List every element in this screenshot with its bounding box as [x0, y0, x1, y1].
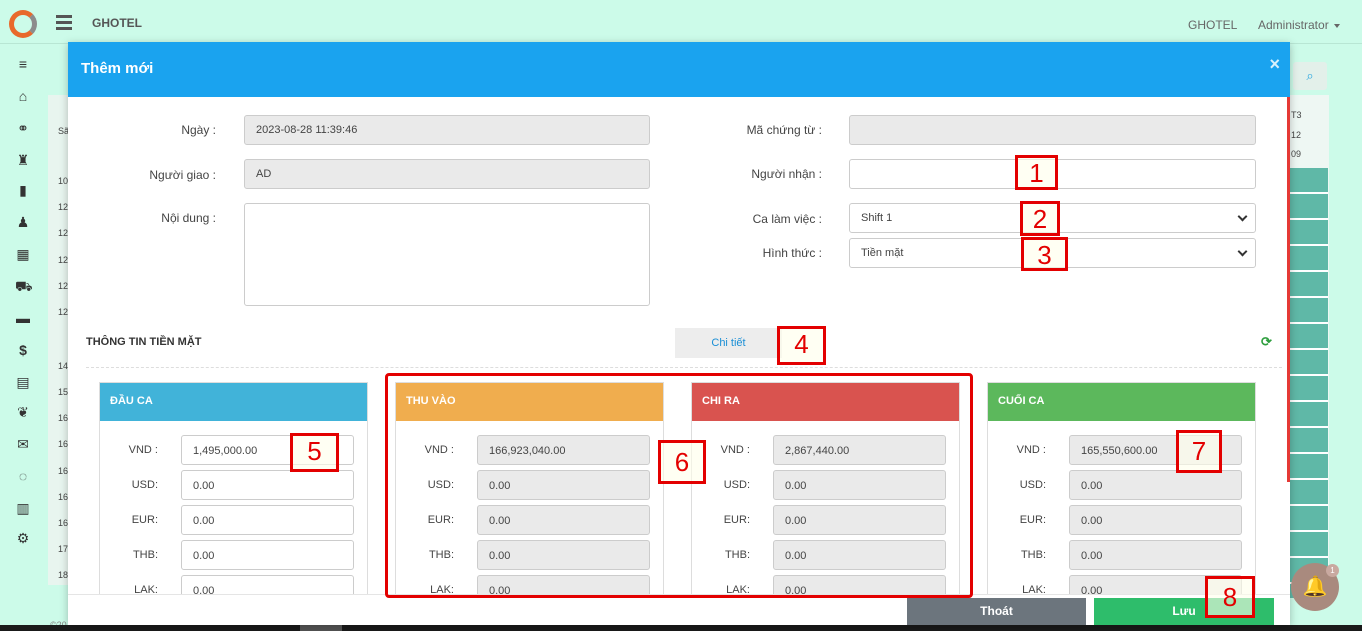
background-number: 16 — [58, 413, 69, 423]
currency-label: VND : — [1016, 444, 1046, 456]
table-icon[interactable]: ▤ — [15, 374, 31, 390]
background-label: 09 — [1291, 149, 1302, 159]
modal-header: Thêm mới × — [68, 42, 1290, 97]
chat-icon[interactable]: ◌ — [15, 468, 31, 484]
background-grid — [1290, 168, 1328, 598]
background-number: 12 — [58, 255, 69, 265]
background-number: 16 — [58, 466, 69, 476]
annotation-marker-4: 4 — [777, 326, 826, 365]
notification-badge: 1 — [1326, 564, 1339, 577]
thb-field: 0.00 — [1069, 540, 1242, 570]
background-number: 14 — [58, 361, 69, 371]
close-icon[interactable]: × — [1269, 54, 1280, 75]
handshake-icon[interactable]: ⚭ — [15, 120, 31, 136]
payment-method-value: Tiền mặt — [861, 247, 904, 259]
home-icon[interactable]: ⌂ — [15, 88, 31, 104]
background-number: 16 — [58, 518, 69, 528]
currency-label: EUR: — [1019, 514, 1046, 526]
content-textarea[interactable] — [244, 203, 650, 306]
divider — [86, 367, 1282, 368]
annotation-marker-5: 5 — [290, 433, 339, 472]
usd-input[interactable]: 0.00 — [181, 470, 354, 500]
brand-name: GHOTEL — [92, 16, 142, 30]
refresh-icon[interactable]: ⟳ — [1261, 334, 1272, 350]
annotation-marker-8: 8 — [1205, 576, 1255, 618]
menu-icon[interactable]: ≡ — [15, 56, 31, 72]
caret-down-icon — [1333, 23, 1340, 28]
hotel-menu[interactable]: GHOTEL — [1188, 18, 1237, 32]
deliverer-field[interactable]: AD — [244, 159, 650, 189]
chevron-down-icon — [1237, 246, 1248, 257]
shift-select-value: Shift 1 — [861, 212, 893, 224]
background-number: 12 — [58, 228, 69, 238]
annotation-marker-6: 6 — [658, 440, 706, 484]
search-icon[interactable]: ⌕ — [1293, 62, 1327, 90]
opening-cash-card: ĐẦU CA VND :1,495,000.00 USD: 0.00 EUR: 0.… — [99, 382, 368, 625]
annotation-marker-3: 3 — [1021, 237, 1068, 271]
chart-icon[interactable]: ▥ — [15, 500, 31, 516]
background-number: 17 — [58, 544, 69, 554]
card-title: ĐẦU CA — [100, 383, 367, 421]
modal-scrollbar[interactable] — [1287, 97, 1290, 482]
cart-icon[interactable]: ⛟ — [15, 278, 33, 294]
users-icon[interactable]: ♟ — [15, 214, 31, 230]
shift-label: Ca làm việc : — [752, 212, 822, 226]
background-number: 12 — [58, 307, 69, 317]
thb-input[interactable]: 0.00 — [181, 540, 354, 570]
background-number: 15 — [58, 387, 69, 397]
sidebar: ≡ ⌂ ⚭ ♜ ▮ ♟ ▦ ⛟ ▬ $ ▤ ❦ ✉ ◌ ▥ ⚙ — [0, 44, 46, 631]
date-label: Ngày : — [181, 123, 216, 137]
settings-icon[interactable]: ⚙ — [15, 530, 31, 546]
currency-label: USD: — [1019, 479, 1046, 491]
tab-detail[interactable]: Chi tiết — [675, 328, 782, 358]
background-panel — [48, 95, 70, 585]
user-menu-label: Administrator — [1258, 18, 1329, 32]
modal-title: Thêm mới — [81, 60, 154, 77]
user-menu[interactable]: Administrator — [1258, 18, 1340, 32]
voucher-code-label: Mã chứng từ : — [746, 123, 822, 137]
currency-label: THB: — [132, 549, 158, 561]
eur-input[interactable]: 0.00 — [181, 505, 354, 535]
background-number: 16 — [58, 439, 69, 449]
dollar-icon[interactable]: $ — [15, 342, 31, 358]
currency-label: VND : — [128, 444, 158, 456]
annotation-marker-2: 2 — [1020, 201, 1060, 236]
chevron-down-icon — [1237, 211, 1248, 222]
usd-field: 0.00 — [1069, 470, 1242, 500]
date-field[interactable]: 2023-08-28 11:39:46 — [244, 115, 650, 145]
background-number: 12 — [58, 202, 69, 212]
currency-label: USD: — [131, 479, 158, 491]
hamburger-menu-icon[interactable] — [56, 15, 72, 33]
currency-label: EUR: — [131, 514, 158, 526]
top-bar: GHOTEL GHOTEL Administrator — [0, 0, 1362, 44]
cash-info-title: THÔNG TIN TIỀN MẶT — [86, 336, 202, 348]
building-icon[interactable]: ▮ — [15, 182, 31, 198]
eur-field: 0.00 — [1069, 505, 1242, 535]
voucher-code-field[interactable] — [849, 115, 1256, 145]
annotation-highlight-box — [385, 373, 973, 598]
exit-button[interactable]: Thoát — [907, 598, 1086, 625]
leaf-icon[interactable]: ❦ — [15, 404, 31, 420]
background-label: 12 — [1291, 130, 1302, 140]
reception-icon[interactable]: ♜ — [15, 152, 31, 168]
background-number: 12 — [58, 281, 69, 291]
taskbar — [0, 625, 1362, 631]
grid-icon[interactable]: ▦ — [15, 246, 31, 262]
mail-icon[interactable]: ✉ — [15, 436, 31, 452]
payment-method-label: Hình thức : — [762, 246, 822, 260]
receiver-label: Người nhận : — [751, 167, 822, 181]
background-number: 18 — [58, 570, 69, 580]
currency-label: THB: — [1020, 549, 1046, 561]
background-number: 10 — [58, 176, 69, 186]
annotation-marker-7: 7 — [1176, 430, 1222, 473]
background-number: 16 — [58, 492, 69, 502]
card-title: CUỐI CA — [988, 383, 1255, 421]
coffee-icon[interactable]: ▬ — [15, 310, 31, 326]
content-label: Nội dung : — [161, 211, 216, 225]
deliverer-label: Người giao : — [149, 168, 216, 182]
app-logo[interactable] — [9, 10, 37, 38]
background-label: T3 — [1291, 110, 1302, 120]
taskbar-segment — [300, 625, 342, 631]
annotation-marker-1: 1 — [1015, 155, 1058, 190]
